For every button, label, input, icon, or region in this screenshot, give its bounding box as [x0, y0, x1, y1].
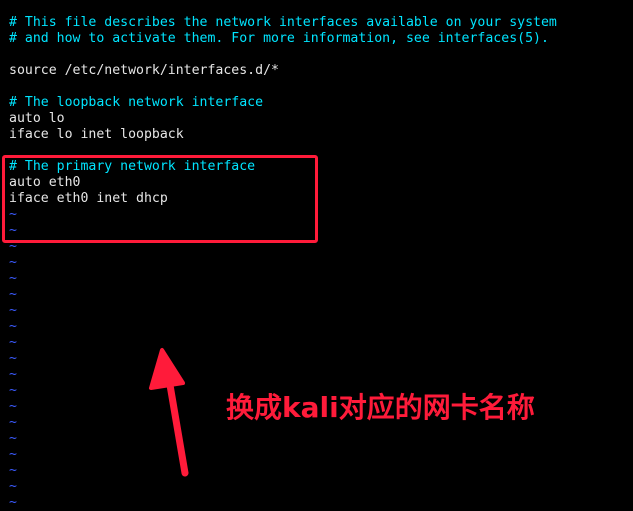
empty-line-marker: ~ — [9, 383, 17, 398]
empty-line-marker: ~ — [9, 287, 17, 302]
annotation-label: 换成kali对应的网卡名称 — [226, 391, 535, 424]
empty-line-marker: ~ — [9, 255, 17, 270]
highlight-box — [2, 155, 318, 243]
empty-line-marker: ~ — [9, 447, 17, 462]
code-line[interactable]: auto lo — [9, 111, 65, 127]
empty-line-marker: ~ — [9, 479, 17, 494]
comment-line[interactable]: # This file describes the network interf… — [9, 15, 557, 31]
empty-line-marker: ~ — [9, 399, 17, 414]
comment-line[interactable]: # and how to activate them. For more inf… — [9, 31, 549, 47]
empty-line-marker: ~ — [9, 463, 17, 478]
empty-line-marker: ~ — [9, 431, 17, 446]
code-line[interactable]: iface lo inet loopback — [9, 127, 184, 143]
empty-line-marker: ~ — [9, 351, 17, 366]
comment-line[interactable]: # The loopback network interface — [9, 95, 263, 111]
empty-line-marker: ~ — [9, 335, 17, 350]
empty-line-marker: ~ — [9, 367, 17, 382]
empty-line-marker: ~ — [9, 303, 17, 318]
empty-line-marker: ~ — [9, 319, 17, 334]
empty-line-marker: ~ — [9, 415, 17, 430]
vim-editor-window[interactable]: # This file describes the network interf… — [0, 0, 633, 510]
empty-line-marker: ~ — [9, 271, 17, 286]
code-line[interactable]: source /etc/network/interfaces.d/* — [9, 63, 279, 79]
